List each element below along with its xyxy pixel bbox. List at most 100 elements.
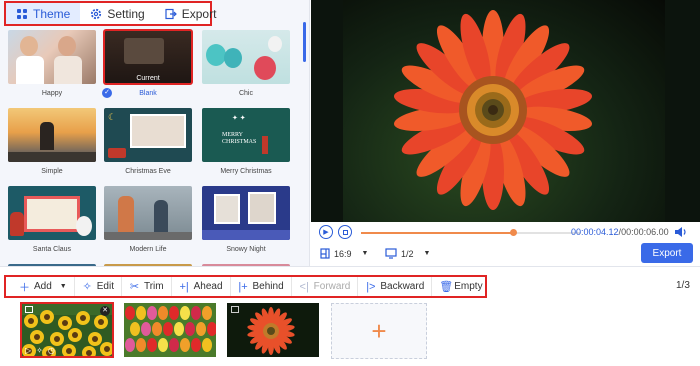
time-display: 00:00:04.12/00:00:06.00 — [571, 227, 669, 237]
tab-setting[interactable]: Setting — [80, 3, 154, 24]
page-ratio-value: 1/2 — [401, 248, 414, 259]
tulip — [125, 338, 135, 352]
stop-button[interactable] — [338, 225, 352, 239]
theme-item-merry-christmas[interactable]: MERRY CHRISTMAS ✦ ✦ Merry Christmas — [202, 108, 290, 177]
current-time: 00:00:04.12 — [571, 227, 619, 237]
tulip — [169, 338, 179, 352]
move-forward-icon: <| — [299, 280, 309, 293]
ahead-button[interactable]: +| Ahead — [172, 277, 231, 296]
timeline-clip-tulips[interactable] — [124, 303, 216, 357]
theme-thumb-merry-christmas: MERRY CHRISTMAS ✦ ✦ — [202, 108, 290, 162]
export-button[interactable]: Export — [641, 243, 693, 263]
clip-tools: ▷ ✧ ◷ — [25, 346, 55, 355]
empty-button[interactable]: 🗑 Empty — [432, 277, 489, 296]
player-controls: ▶ 00:00:04.12/00:00:06.00 16:9 ▼ 1/2 ▼ E… — [311, 222, 700, 266]
theme-thumb-santa-claus — [8, 186, 96, 240]
timeline-panel: ＋ Add ▼ ✧ Edit ✂ Trim +| Ahead |+ Behind… — [0, 266, 700, 366]
backward-button[interactable]: |> Backward — [358, 277, 433, 296]
forward-label: Forward — [313, 281, 351, 292]
tulip — [136, 338, 146, 352]
tulip — [147, 338, 157, 352]
page-ratio-select[interactable]: 1/2 ▼ — [385, 248, 430, 259]
theme-thumb-modern-life — [104, 186, 192, 240]
tulips-thumbnail — [124, 303, 216, 357]
behind-button[interactable]: |+ Behind — [231, 277, 292, 296]
sunflower — [24, 314, 38, 328]
theme-label-merry-christmas: Merry Christmas — [220, 168, 272, 175]
sunflower — [40, 310, 54, 324]
page-indicator: 1/3 — [676, 280, 690, 291]
theme-thumb-happy — [8, 30, 96, 84]
theme-label-santa-claus: Santa Claus — [32, 246, 72, 253]
progress-knob[interactable] — [509, 229, 517, 236]
tulip — [141, 322, 151, 336]
video-preview[interactable] — [311, 0, 700, 222]
wand-icon[interactable]: ✧ — [36, 346, 43, 355]
theme-item-santa-claus[interactable]: Santa Claus — [8, 186, 96, 255]
timeline-clip-flower[interactable] — [227, 303, 319, 357]
close-icon[interactable]: ✕ — [100, 306, 110, 316]
theme-thumb-chic — [202, 30, 290, 84]
play-icon: ▶ — [323, 229, 329, 236]
play-button[interactable]: ▶ — [319, 225, 333, 239]
aspect-ratio-icon — [320, 248, 330, 259]
theme-item-simple[interactable]: Simple — [8, 108, 96, 177]
tab-setting-label: Setting — [107, 6, 145, 21]
tulip — [180, 306, 190, 320]
merry-christmas-text: MERRY CHRISTMAS — [222, 132, 257, 145]
theme-label-chic: Chic — [238, 90, 253, 97]
theme-panel: Theme Setting Export Happy Current Blank… — [0, 0, 310, 266]
tulip — [202, 306, 212, 320]
theme-thumb-simple — [8, 108, 96, 162]
backward-label: Backward — [380, 281, 425, 292]
tulip — [185, 322, 195, 336]
tulip — [196, 322, 206, 336]
total-time: 00:00:06.00 — [621, 227, 669, 237]
gear-icon — [91, 8, 102, 19]
edit-toolbar: ＋ Add ▼ ✧ Edit ✂ Trim +| Ahead |+ Behind… — [4, 275, 487, 298]
play-icon[interactable]: ▷ — [25, 346, 31, 355]
forward-button[interactable]: <| Forward — [292, 277, 359, 296]
theme-thumb-snowy-night — [202, 186, 290, 240]
theme-item-modern-life[interactable]: Modern Life — [104, 186, 192, 255]
grid-icon — [17, 8, 27, 19]
volume-icon[interactable] — [674, 226, 688, 238]
theme-item-blank[interactable]: Current Blank ✓ — [102, 29, 193, 99]
trash-icon: 🗑 — [439, 281, 454, 293]
tulip — [169, 306, 179, 320]
theme-label-simple: Simple — [41, 168, 63, 175]
progress-bar[interactable] — [361, 229, 581, 236]
add-button[interactable]: ＋ Add ▼ — [12, 277, 75, 296]
tab-theme[interactable]: Theme — [6, 3, 81, 24]
theme-scrollbar[interactable] — [303, 22, 306, 62]
clip-image-icon — [25, 306, 33, 313]
add-clip-button[interactable]: + — [331, 303, 427, 359]
theme-label-happy: Happy — [41, 90, 63, 97]
theme-item-chic[interactable]: Chic — [202, 30, 290, 99]
edit-button[interactable]: ✧ Edit — [75, 277, 122, 296]
theme-item-snowy-night[interactable]: Snowy Night — [202, 186, 290, 255]
sunflower — [88, 332, 102, 346]
theme-label-modern-life: Modern Life — [129, 246, 167, 253]
preview-frame — [343, 0, 665, 222]
move-backward-icon: |> — [366, 280, 376, 293]
trim-label: Trim — [143, 281, 164, 292]
theme-item-christmas-eve[interactable]: ☾ Christmas Eve — [104, 108, 192, 177]
clock-icon[interactable]: ◷ — [48, 346, 55, 355]
theme-item-happy[interactable]: Happy — [8, 30, 96, 99]
progress-fill — [361, 232, 513, 234]
insert-before-icon: +| — [179, 280, 189, 293]
aspect-ratio-value: 16:9 — [334, 248, 352, 259]
tab-theme-label: Theme — [33, 6, 71, 21]
sunflower — [58, 316, 72, 330]
flower-thumbnail — [227, 303, 319, 357]
plus-icon: ＋ — [19, 281, 30, 294]
tab-export[interactable]: Export — [155, 3, 227, 24]
scissors-icon: ✂ — [129, 281, 140, 293]
chevron-down-icon[interactable]: ▼ — [60, 283, 67, 290]
trim-button[interactable]: ✂ Trim — [122, 277, 172, 296]
timeline-clip-sunflowers[interactable]: ✕ ▷ ✧ ◷ — [20, 302, 114, 358]
tulip — [202, 338, 212, 352]
add-label: Add — [34, 281, 52, 292]
aspect-ratio-select[interactable]: 16:9 ▼ — [320, 248, 368, 259]
